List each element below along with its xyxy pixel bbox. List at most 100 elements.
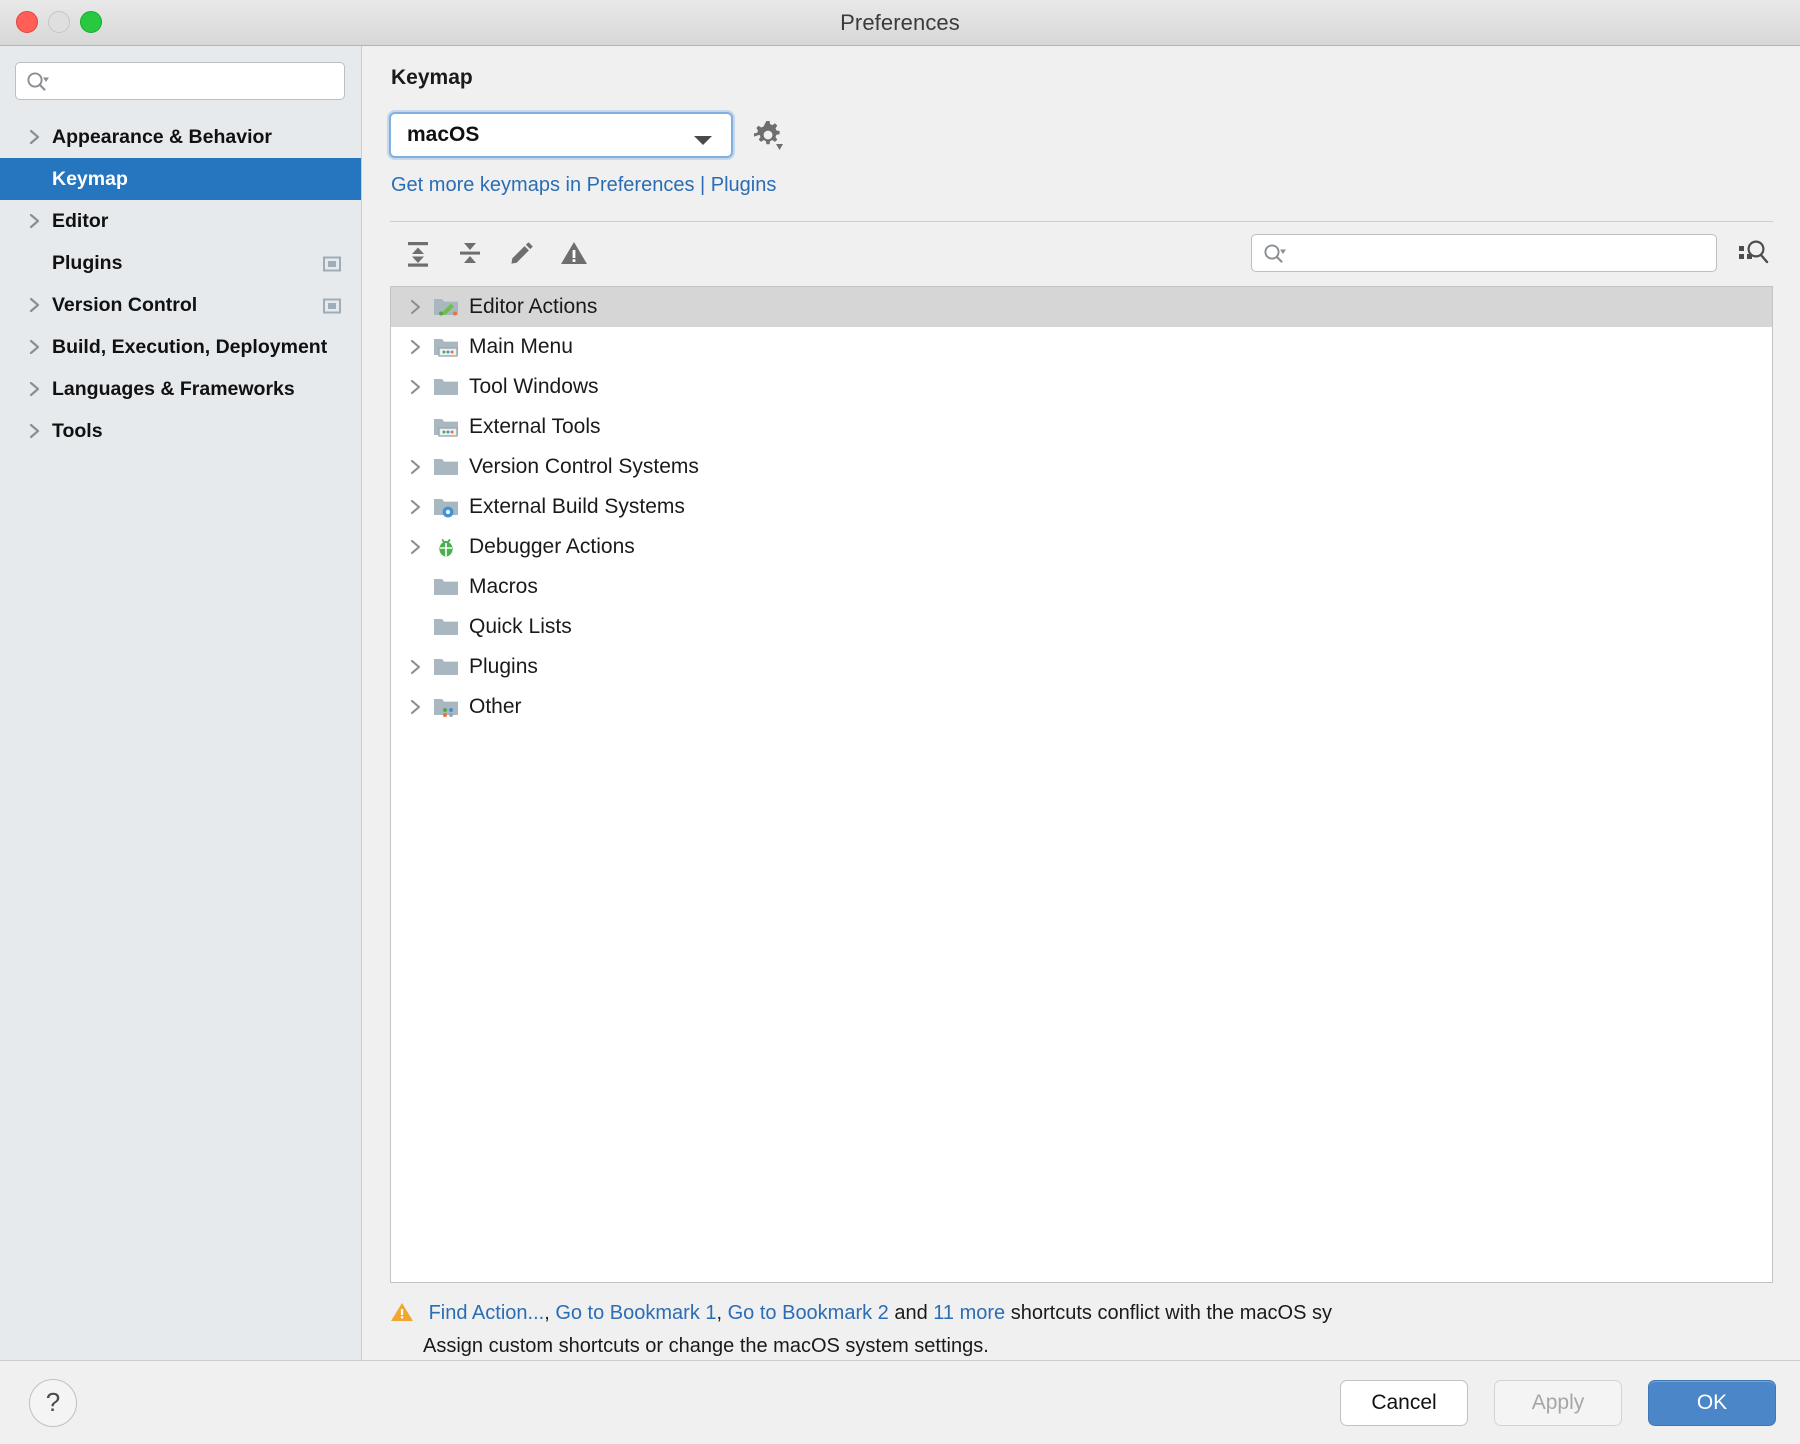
tree-row[interactable]: External Tools [391, 407, 1772, 447]
sidebar-item-label: Appearance & Behavior [52, 125, 272, 148]
preferences-window: Preferences Appearance & Behavior Keymap… [0, 0, 1800, 1444]
cancel-button[interactable]: Cancel [1340, 1379, 1468, 1426]
tree-row[interactable]: Main Menu [391, 327, 1772, 367]
keymap-toolbar [389, 234, 1800, 272]
folder-icon [429, 455, 463, 479]
sidebar-item-label: Plugins [52, 251, 123, 274]
title-bar: Preferences [0, 0, 1800, 46]
keymap-tree[interactable]: Editor Actions Main Menu Tool Windows Ex… [390, 286, 1773, 1284]
sidebar-item-languages-frameworks[interactable]: Languages & Frameworks [0, 368, 361, 410]
keymap-settings-button[interactable] [751, 118, 785, 152]
chevron-right-icon[interactable] [24, 380, 46, 398]
tree-row-label: Tool Windows [469, 375, 599, 398]
chevron-right-icon[interactable] [24, 296, 46, 314]
chevron-right-icon[interactable] [403, 538, 429, 556]
chevron-right-icon[interactable] [24, 212, 46, 230]
sidebar-item-label: Build, Execution, Deployment [52, 335, 328, 358]
conflict-sep: , [544, 1302, 556, 1325]
collapse-all-icon[interactable] [455, 238, 485, 268]
tree-row[interactable]: Other [391, 687, 1772, 727]
conflict-link-bookmark1[interactable]: Go to Bookmark 1 [555, 1302, 716, 1324]
chevron-right-icon[interactable] [403, 298, 429, 316]
conflict-text-line2: Assign custom shortcuts or change the ma… [423, 1334, 989, 1357]
keymap-settings-pane: Keymap macOS Get more keymaps in Prefere… [362, 46, 1800, 1360]
sidebar-item-label: Editor [52, 209, 109, 232]
tree-row[interactable]: Editor Actions [391, 287, 1772, 327]
search-icon [26, 71, 50, 98]
tree-row[interactable]: Macros [391, 567, 1772, 607]
sidebar-search-field[interactable] [15, 62, 345, 100]
keymap-select[interactable]: macOS [389, 112, 733, 158]
sidebar-item-label: Version Control [52, 293, 198, 316]
conflict-sep: , [716, 1302, 728, 1325]
close-window-button[interactable] [16, 11, 38, 33]
tree-row-label: Debugger Actions [469, 535, 635, 558]
keymap-select-value: macOS [407, 123, 480, 146]
sidebar-item-build-execution-deployment[interactable]: Build, Execution, Deployment [0, 326, 361, 368]
sidebar-item-keymap[interactable]: Keymap [0, 158, 361, 200]
shortcut-search-field[interactable] [1251, 234, 1717, 272]
conflict-link-more[interactable]: 11 more [933, 1302, 1005, 1324]
tree-row-label: Quick Lists [469, 615, 572, 638]
conflict-message: Find Action..., Go to Bookmark 1, Go to … [390, 1299, 1800, 1360]
expand-all-icon[interactable] [403, 238, 433, 268]
sidebar-item-tools[interactable]: Tools [0, 410, 361, 452]
tree-row-label: Editor Actions [469, 295, 598, 318]
chevron-right-icon[interactable] [403, 698, 429, 716]
tree-row[interactable]: Tool Windows [391, 367, 1772, 407]
keymap-selector-row: macOS [389, 112, 1800, 158]
search-icon [1263, 243, 1287, 270]
conflict-link-bookmark2[interactable]: Go to Bookmark 2 [728, 1302, 889, 1324]
folder-icon [429, 615, 463, 639]
panel-badge-icon [322, 255, 342, 278]
chevron-right-icon[interactable] [403, 458, 429, 476]
chevron-right-icon[interactable] [24, 422, 46, 440]
chevron-right-icon[interactable] [403, 378, 429, 396]
folder-menu-icon [429, 415, 463, 439]
sidebar-nav: Appearance & Behavior Keymap Editor Plug… [0, 112, 361, 452]
warning-triangle-icon [390, 1303, 420, 1328]
chevron-right-icon[interactable] [403, 498, 429, 516]
tree-row[interactable]: Version Control Systems [391, 447, 1772, 487]
sidebar-search-wrap [0, 46, 361, 112]
ok-button[interactable]: OK [1648, 1379, 1776, 1426]
help-button[interactable]: ? [29, 1378, 77, 1427]
zoom-window-button[interactable] [80, 11, 102, 33]
find-by-shortcut-icon[interactable] [1733, 235, 1773, 271]
get-more-keymaps-row: Get more keymaps in Preferences | Plugin… [391, 174, 1800, 197]
traffic-lights [16, 11, 102, 33]
chevron-right-icon[interactable] [24, 128, 46, 146]
folder-icon [429, 375, 463, 399]
tree-row[interactable]: External Build Systems [391, 487, 1772, 527]
window-body: Appearance & Behavior Keymap Editor Plug… [0, 46, 1800, 1360]
folder-gear-icon [429, 495, 463, 519]
chevron-right-icon[interactable] [403, 338, 429, 356]
get-more-keymaps-link[interactable]: Get more keymaps in Preferences | Plugin… [391, 174, 776, 196]
dialog-buttons: Cancel Apply OK [1340, 1379, 1776, 1426]
bug-icon [429, 535, 463, 559]
folder-dots-icon [429, 695, 463, 719]
shortcut-search-input[interactable] [1294, 243, 1694, 263]
chevron-right-icon[interactable] [24, 338, 46, 356]
sidebar-search-input[interactable] [56, 71, 326, 91]
sidebar-item-plugins[interactable]: Plugins [0, 242, 361, 284]
chevron-down-icon[interactable] [693, 133, 713, 151]
tree-row[interactable]: Quick Lists [391, 607, 1772, 647]
folder-menu-icon [429, 335, 463, 359]
apply-button[interactable]: Apply [1494, 1379, 1622, 1426]
sidebar-item-label: Keymap [52, 167, 128, 190]
folder-icon [429, 655, 463, 679]
conflict-link-find-action[interactable]: Find Action... [429, 1302, 545, 1324]
sidebar-item-version-control[interactable]: Version Control [0, 284, 361, 326]
panel-badge-icon [322, 297, 342, 320]
tree-row[interactable]: Debugger Actions [391, 527, 1772, 567]
minimize-window-button[interactable] [48, 11, 70, 33]
tree-row-label: Plugins [469, 655, 538, 678]
chevron-right-icon[interactable] [403, 658, 429, 676]
pencil-icon[interactable] [507, 238, 537, 268]
warning-icon[interactable] [559, 238, 589, 268]
sidebar-item-editor[interactable]: Editor [0, 200, 361, 242]
tree-row[interactable]: Plugins [391, 647, 1772, 687]
sidebar-item-appearance-behavior[interactable]: Appearance & Behavior [0, 116, 361, 158]
folder-icon [429, 575, 463, 599]
